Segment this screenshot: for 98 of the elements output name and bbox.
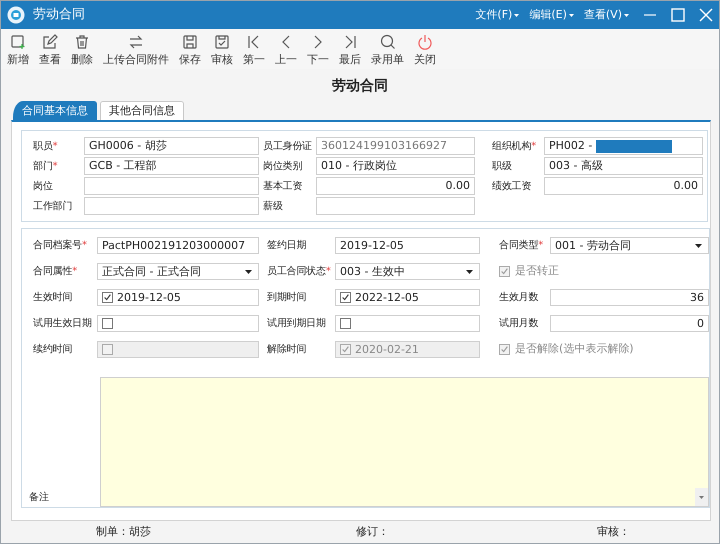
edit-icon <box>42 34 58 50</box>
field-label: 岗位类别 <box>262 160 304 174</box>
date-field[interactable] <box>97 315 259 332</box>
input-field[interactable]: PactPH002191203000007 <box>97 237 259 254</box>
input-field[interactable]: GCB - 工程部 <box>84 157 259 175</box>
toolbar-button[interactable]: 第一 <box>240 34 268 66</box>
scroll-down-button <box>695 488 708 506</box>
tab[interactable]: 合同基本信息 <box>13 101 97 120</box>
toolbar-button[interactable]: 保存 <box>176 34 204 66</box>
dropdown[interactable]: 正式合同 - 正式合同 <box>97 263 259 280</box>
trash-icon <box>74 34 90 50</box>
search-icon <box>380 34 396 50</box>
field-label: 签约日期 <box>266 238 308 253</box>
checkbox[interactable] <box>102 318 113 329</box>
menu-item[interactable]: 文件(F) <box>475 6 520 24</box>
field-label: 员工合同状态* <box>266 264 332 279</box>
exchange-arrows-icon <box>128 34 144 50</box>
field-label: 试用月数 <box>498 316 540 331</box>
window-title: 劳动合同 <box>33 6 85 24</box>
input-field[interactable]: 36 <box>550 289 709 306</box>
input-field[interactable]: 003 - 高级 <box>544 157 703 175</box>
checkbox[interactable] <box>340 292 351 303</box>
toolbar-button[interactable]: 下一 <box>304 34 332 66</box>
dropdown-arrow-icon <box>695 244 702 248</box>
field-label: 部门* <box>33 160 58 174</box>
caret-icon <box>514 14 520 16</box>
toolbar-button[interactable]: 查看 <box>36 34 64 66</box>
dropdown-arrow-icon <box>466 270 473 274</box>
check-icon <box>500 267 509 276</box>
field-label: 试用生效日期 <box>33 316 93 331</box>
input-field[interactable]: GH0006 - 胡莎 <box>84 137 259 155</box>
field-label: 备注 <box>28 490 50 504</box>
field-label: 生效月数 <box>498 290 540 305</box>
footer-text: 修订： <box>356 524 389 540</box>
date-field[interactable]: 2022-12-05 <box>335 289 480 306</box>
checkbox[interactable] <box>102 292 113 303</box>
input-field[interactable] <box>84 177 259 195</box>
input-field[interactable]: 0.00 <box>316 177 475 195</box>
caret-icon <box>568 14 574 16</box>
input-field[interactable]: 360124199103166927 <box>316 137 475 155</box>
checkbox-label: 是否转正 <box>515 263 559 280</box>
tab[interactable]: 其他合同信息 <box>100 101 184 120</box>
toolbar-button[interactable]: 上传合同附件 <box>100 34 172 66</box>
toolbar-button[interactable]: 审核 <box>208 34 236 66</box>
field-label: 合同档案号* <box>33 238 88 253</box>
approve-icon <box>214 34 230 50</box>
input-field[interactable]: 010 - 行政岗位 <box>316 157 475 175</box>
field-label: 组织机构* <box>491 140 538 154</box>
input-field[interactable] <box>84 197 259 215</box>
add-icon <box>10 34 26 50</box>
footer-text: 审核： <box>597 524 630 540</box>
footer-text: 制单：胡莎 <box>96 524 151 540</box>
input-field[interactable]: 0.00 <box>544 177 703 195</box>
input-field[interactable]: 2019-12-05 <box>335 237 480 254</box>
field-label: 员工身份证 <box>262 140 314 154</box>
date-field[interactable] <box>335 315 480 332</box>
field-label: 职级 <box>491 160 513 174</box>
toolbar-button[interactable]: 新增 <box>4 34 32 66</box>
field-label: 基本工资 <box>262 180 304 194</box>
menu-item[interactable]: 查看(V) <box>584 6 629 24</box>
check-icon <box>341 345 350 354</box>
dropdown-arrow-icon <box>245 270 252 274</box>
check-icon <box>341 293 350 302</box>
toolbar-button[interactable]: 关闭 <box>411 34 439 66</box>
field-label: 合同属性* <box>33 264 78 279</box>
form-heading: 劳动合同 <box>331 77 389 96</box>
close-button[interactable] <box>699 8 713 22</box>
field-label: 续约时间 <box>33 342 74 357</box>
date-field[interactable]: 2019-12-05 <box>97 289 259 306</box>
toolbar-button[interactable]: 上一 <box>272 34 300 66</box>
app-logo-icon <box>7 6 25 24</box>
toolbar-button[interactable]: 删除 <box>68 34 96 66</box>
toolbar-button[interactable]: 最后 <box>336 34 364 66</box>
dropdown[interactable]: 003 - 生效中 <box>335 263 480 280</box>
checkbox-label: 是否解除(选中表示解除) <box>515 341 634 358</box>
input-field[interactable] <box>316 197 475 215</box>
caret-icon <box>624 14 629 16</box>
field-label: 到期时间 <box>266 290 308 305</box>
field-label: 岗位 <box>33 180 54 194</box>
toolbar-button[interactable]: 录用单 <box>368 34 407 66</box>
input-field[interactable]: PH002 - <box>544 137 703 155</box>
field-label: 解除时间 <box>266 342 308 357</box>
maximize-button[interactable] <box>671 8 685 22</box>
field-label: 工作部门 <box>33 200 74 214</box>
input-field[interactable]: 0 <box>550 315 709 332</box>
save-icon <box>182 34 198 50</box>
field-label: 合同类型* <box>498 238 544 253</box>
field-label: 试用到期日期 <box>266 316 327 331</box>
check-icon <box>500 345 509 354</box>
dropdown[interactable]: 001 - 劳动合同 <box>550 237 709 254</box>
field-label: 绩效工资 <box>491 180 532 194</box>
field-label: 职员* <box>33 140 58 154</box>
menu-item[interactable]: 编辑(E) <box>529 6 574 24</box>
field-label: 薪级 <box>262 200 284 214</box>
checkbox[interactable] <box>340 318 351 329</box>
field-label: 生效时间 <box>33 290 74 305</box>
check-icon <box>103 293 112 302</box>
power-icon <box>417 34 433 50</box>
